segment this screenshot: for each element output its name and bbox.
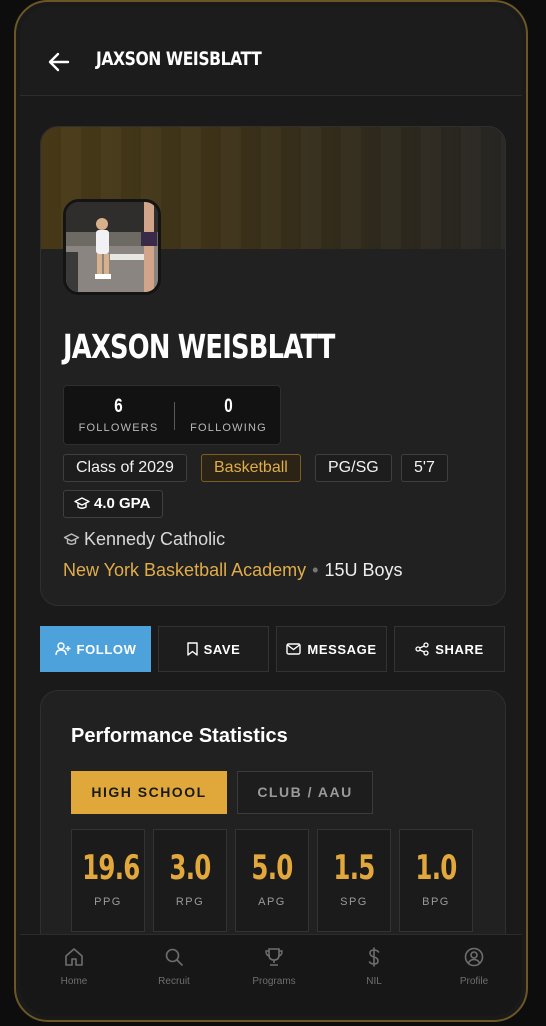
team-info: New York Basketball Academy • 15U Boys	[63, 560, 403, 581]
save-button[interactable]: SAVE	[158, 626, 269, 672]
trophy-icon	[265, 948, 283, 966]
player-name: JAXSON WEISBLATT	[63, 327, 335, 366]
stat-tile-ppg: 19.6 PPG	[71, 829, 145, 932]
message-label: MESSAGE	[307, 641, 377, 657]
team-link[interactable]: New York Basketball Academy	[63, 560, 306, 580]
follow-label: FOLLOW	[76, 641, 137, 657]
share-button[interactable]: SHARE	[394, 626, 505, 672]
tag-class-year: Class of 2029	[63, 454, 187, 482]
tag-sport: Basketball	[201, 454, 301, 482]
stat-tile-spg: 1.5 SPG	[317, 829, 391, 932]
stat-value: 19.6	[82, 848, 140, 888]
separator-dot: •	[312, 560, 319, 580]
tag-height: 5'7	[401, 454, 448, 482]
following-stat[interactable]: 0 FOLLOWING	[174, 386, 283, 446]
stat-value: 3.0	[169, 848, 211, 888]
nav-nil[interactable]: NIL	[334, 947, 414, 989]
stat-label: RPG	[175, 896, 205, 908]
stat-tile-bpg: 1.0 BPG	[399, 829, 473, 932]
stat-label: BPG	[422, 896, 450, 908]
follow-counts: 6 FOLLOWERS 0 FOLLOWING	[63, 385, 281, 445]
stat-tile-apg: 5.0 APG	[235, 829, 309, 932]
team-division: 15U Boys	[324, 560, 403, 580]
stats-title: Performance Statistics	[71, 725, 288, 747]
tab-club-aau[interactable]: CLUB / AAU	[237, 771, 373, 814]
followers-label: FOLLOWERS	[78, 422, 159, 434]
stat-value: 1.0	[415, 848, 457, 888]
back-arrow-icon[interactable]	[46, 50, 72, 74]
bottom-nav: Home Recruit Programs NIL Profile	[20, 934, 522, 1016]
user-circle-icon	[464, 947, 484, 967]
nav-profile[interactable]: Profile	[434, 947, 514, 989]
nav-programs[interactable]: Programs	[234, 947, 314, 989]
nav-home[interactable]: Home	[34, 947, 114, 989]
add-user-icon	[54, 642, 71, 656]
nav-programs-label: Programs	[252, 976, 296, 987]
message-button[interactable]: MESSAGE	[276, 626, 387, 672]
gpa-badge: 4.0 GPA	[63, 490, 164, 518]
save-label: SAVE	[203, 641, 241, 657]
nav-nil-label: NIL	[366, 976, 382, 987]
stat-label: SPG	[340, 896, 368, 908]
stat-label: APG	[258, 896, 286, 908]
nav-profile-label: Profile	[459, 976, 489, 987]
stat-value: 5.0	[251, 848, 293, 888]
graduation-cap-icon	[63, 533, 80, 545]
stat-tile-rpg: 3.0 RPG	[153, 829, 227, 932]
school: Kennedy Catholic	[63, 529, 225, 550]
dollar-icon	[368, 947, 380, 967]
home-icon	[65, 948, 83, 966]
top-bar: JAXSON WEISBLATT	[20, 6, 522, 96]
following-label: FOLLOWING	[190, 422, 267, 434]
bookmark-icon	[186, 642, 198, 656]
share-label: SHARE	[435, 641, 484, 657]
profile-card: JAXSON WEISBLATT 6 FOLLOWERS 0 FOLLOWING…	[40, 126, 506, 606]
page-title: JAXSON WEISBLATT	[96, 48, 262, 70]
follow-button[interactable]: FOLLOW	[40, 626, 151, 672]
avatar[interactable]	[63, 199, 161, 295]
stat-label: PPG	[94, 896, 122, 908]
followers-stat[interactable]: 6 FOLLOWERS	[64, 386, 173, 446]
followers-count: 6	[114, 396, 123, 417]
tag-position: PG/SG	[315, 454, 392, 482]
action-bar: FOLLOW SAVE MESSAGE SHARE	[40, 626, 506, 672]
mail-icon	[286, 643, 302, 655]
app-screen: JAXSON WEISBLATT JAXSON WEISBLATT 6 FOLL…	[20, 6, 522, 1016]
tab-high-school[interactable]: HIGH SCHOOL	[71, 771, 227, 814]
nav-home-label: Home	[60, 976, 88, 987]
gpa-text: 4.0 GPA	[94, 495, 151, 512]
phone-frame: JAXSON WEISBLATT JAXSON WEISBLATT 6 FOLL…	[14, 0, 528, 1022]
search-icon	[165, 948, 183, 966]
nav-recruit-label: Recruit	[158, 976, 190, 987]
following-count: 0	[224, 396, 233, 417]
nav-recruit[interactable]: Recruit	[134, 947, 214, 989]
stat-value: 1.5	[333, 848, 375, 888]
graduation-cap-icon	[74, 497, 90, 509]
share-icon	[415, 642, 429, 656]
school-name: Kennedy Catholic	[84, 529, 226, 549]
player-photo	[66, 202, 158, 292]
